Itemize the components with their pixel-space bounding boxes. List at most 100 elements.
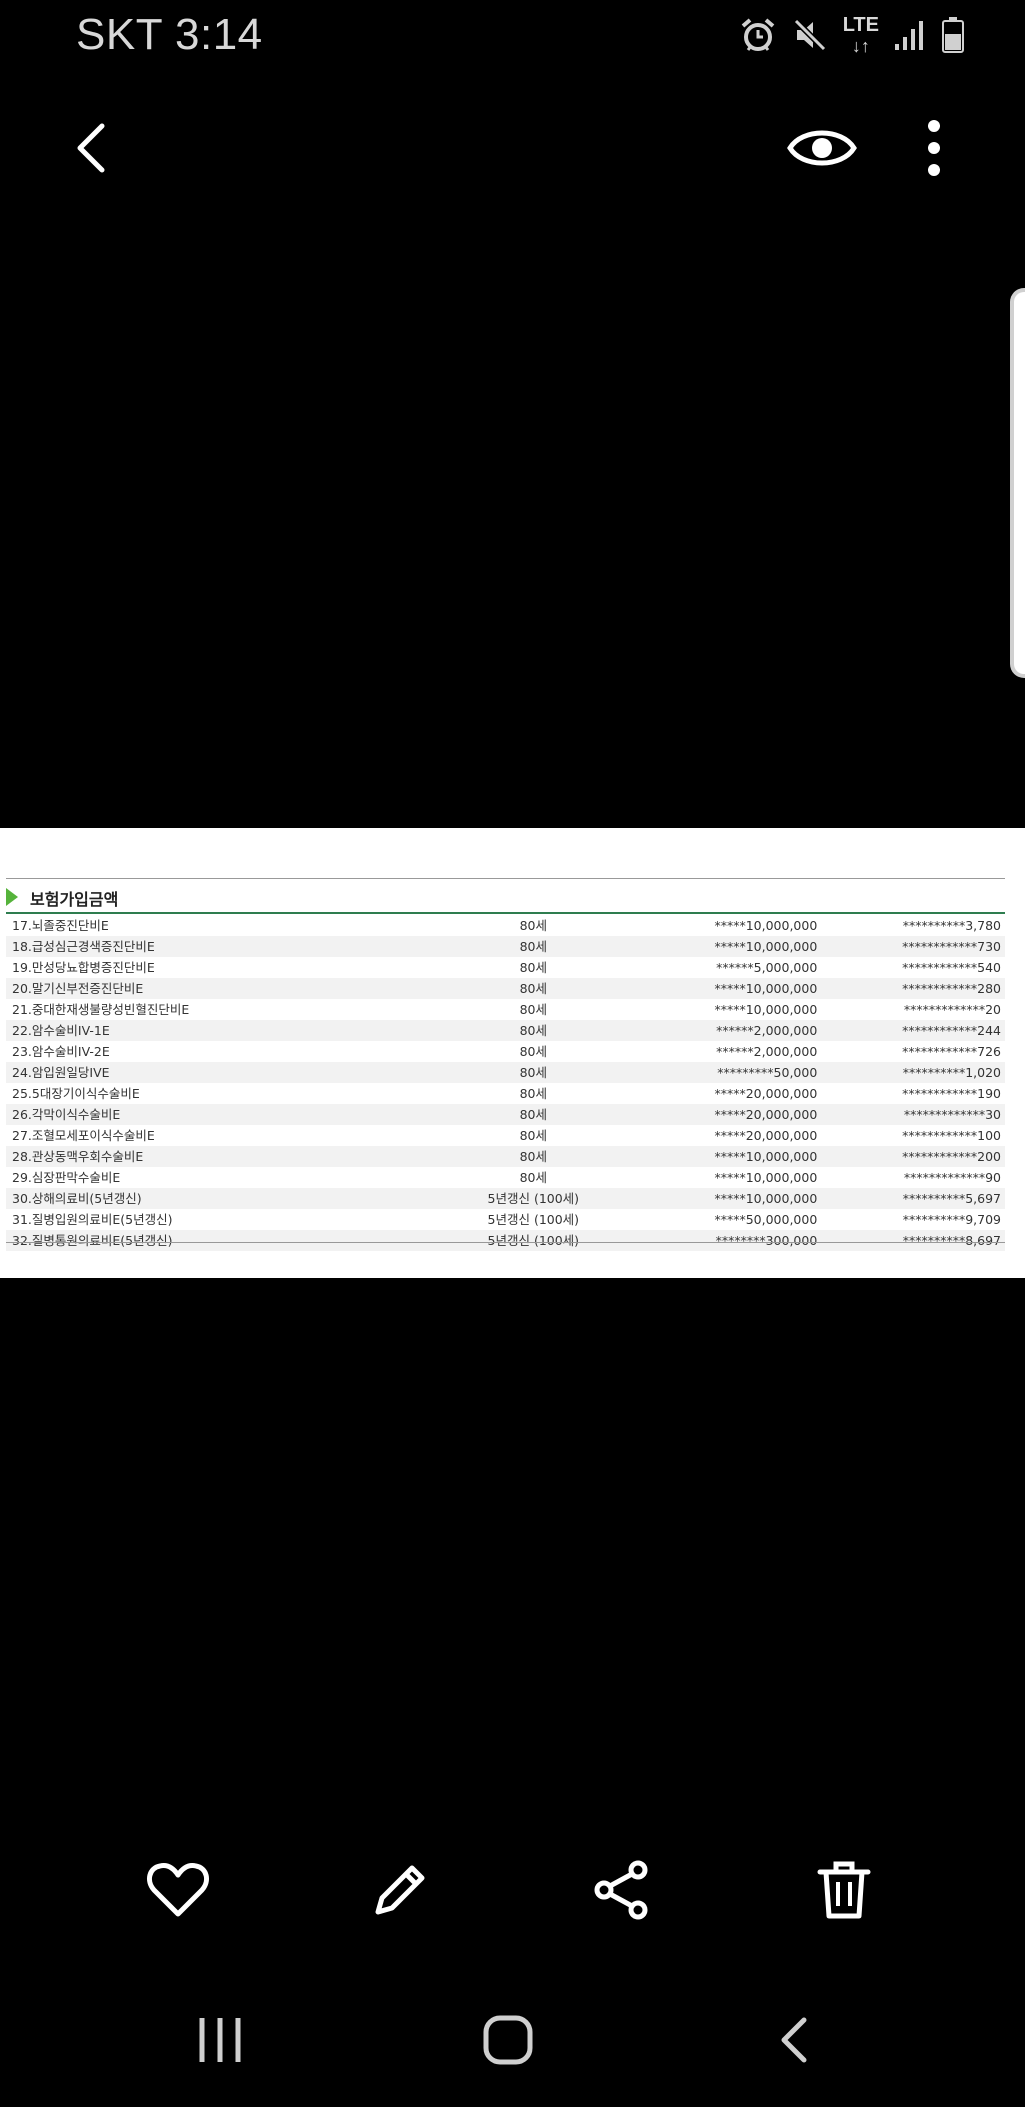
coverage-period: 80세 xyxy=(417,1104,689,1125)
coverage-amount: *****10,000,000 xyxy=(714,1170,818,1185)
table-row: 27.조혈모세포이식수술비E 80세 *****20,000,000 ********… xyxy=(6,1125,1005,1146)
more-vert-icon xyxy=(928,120,940,176)
recent-apps-button[interactable] xyxy=(190,2010,250,2070)
table-row: 20.말기신부전증진단비E 80세 *****10,000,000 *********… xyxy=(6,978,1005,999)
coverage-amount: *****20,000,000 xyxy=(714,1086,818,1101)
table-row: 24.암입원일당IVE 80세 *********50,000 **********1… xyxy=(6,1062,1005,1083)
coverage-premium: ************244 xyxy=(817,1020,1005,1041)
coverage-period: 80세 xyxy=(417,1062,689,1083)
coverage-name: 26.각막이식수술비E xyxy=(6,1104,418,1125)
coverage-amount: *****50,000,000 xyxy=(714,1212,818,1227)
favorite-button[interactable] xyxy=(146,1858,210,1922)
coverage-period: 80세 xyxy=(519,1086,547,1101)
coverage-premium: **********9,709 xyxy=(902,1212,1001,1227)
coverage-amount: *********50,000 xyxy=(688,1062,818,1083)
coverage-amount: ******5,000,000 xyxy=(716,960,818,975)
coverage-period: 80세 xyxy=(417,978,689,999)
coverage-premium: *************90 xyxy=(903,1170,1001,1185)
coverage-premium: ************730 xyxy=(817,936,1005,957)
table-row: 28.관상동맥우회수술비E 80세 *****10,000,000 *********… xyxy=(6,1146,1005,1167)
table-row: 23.암수술비IV-2E 80세 ******2,000,000 **********… xyxy=(6,1041,1005,1062)
nav-back-button[interactable] xyxy=(766,2010,826,2070)
more-options-button[interactable] xyxy=(910,116,958,180)
coverage-name: 22.암수술비IV-1E xyxy=(6,1020,418,1041)
gallery-viewer-screen: SKT 3:14 LTE ↓↑ 보험가입금액 17.뇌졸중진단비E 80세 **… xyxy=(0,0,1025,2107)
document-image: 보험가입금액 17.뇌졸중진단비E 80세 *****10,000,000 *****… xyxy=(0,828,1025,1278)
section-title: 보험가입금액 xyxy=(30,890,119,909)
back-button[interactable] xyxy=(64,120,120,176)
share-icon xyxy=(594,1860,648,1920)
coverage-amount: *****10,000,000 xyxy=(688,1188,818,1209)
alarm-icon xyxy=(741,18,775,51)
coverage-amount: *****10,000,000 xyxy=(688,936,818,957)
coverage-premium: ************200 xyxy=(817,1146,1005,1167)
coverage-name: 29.심장판막수술비E xyxy=(12,1170,121,1185)
coverage-amount: *****10,000,000 xyxy=(688,978,818,999)
trash-icon xyxy=(817,1861,871,1919)
lte-arrows: ↓↑ xyxy=(851,36,870,56)
system-nav-bar xyxy=(0,2000,1025,2080)
coverage-amount: *****20,000,000 xyxy=(688,1104,818,1125)
coverage-amount: ******2,000,000 xyxy=(688,1020,818,1041)
coverage-premium: ************726 xyxy=(902,1044,1001,1059)
coverage-table: 17.뇌졸중진단비E 80세 *****10,000,000 **********3,… xyxy=(6,915,1005,1251)
coverage-amount: *****10,000,000 xyxy=(714,1002,818,1017)
coverage-premium: *************30 xyxy=(817,1104,1005,1125)
recent-apps-icon xyxy=(199,2018,241,2062)
coverage-name: 30.상해의료비(5년갱신) xyxy=(6,1188,418,1209)
signal-icon xyxy=(895,21,923,50)
table-row: 18.급성심근경색증진단비E 80세 *****10,000,000 ********… xyxy=(6,936,1005,957)
coverage-name: 20.말기신부전증진단비E xyxy=(6,978,418,999)
coverage-period: 80세 xyxy=(519,1170,547,1185)
table-row: 32.질병통원의료비E(5년갱신) 5년갱신 (100세) ********300,… xyxy=(6,1230,1005,1251)
coverage-premium: ************100 xyxy=(902,1128,1001,1143)
divider xyxy=(6,1242,1005,1243)
coverage-amount: *****10,000,000 xyxy=(714,918,818,933)
coverage-period: 80세 xyxy=(519,918,547,933)
coverage-amount: ******2,000,000 xyxy=(716,1044,818,1059)
coverage-name: 21.중대한재생불량성빈혈진단비E xyxy=(12,1002,190,1017)
mute-icon xyxy=(793,18,826,52)
table-row: 26.각막이식수술비E 80세 *****20,000,000 ***********… xyxy=(6,1104,1005,1125)
coverage-name: 28.관상동맥우회수술비E xyxy=(6,1146,418,1167)
lte-icon: LTE ↓↑ xyxy=(843,15,879,55)
coverage-period: 80세 xyxy=(417,936,689,957)
coverage-name: 32.질병통원의료비E(5년갱신) xyxy=(6,1230,418,1251)
battery-icon xyxy=(942,17,964,53)
section-header: 보험가입금액 xyxy=(6,884,1005,912)
delete-button[interactable] xyxy=(812,1858,876,1922)
table-row: 19.만성당뇨합병증진단비E 80세 ******5,000,000 ********… xyxy=(6,957,1005,978)
share-button[interactable] xyxy=(590,1858,654,1922)
status-bar: SKT 3:14 LTE ↓↑ xyxy=(0,0,1025,72)
table-row: 21.중대한재생불량성빈혈진단비E 80세 *****10,000,000 *****… xyxy=(6,999,1005,1020)
table-row: 31.질병입원의료비E(5년갱신) 5년갱신 (100세) *****50,000,… xyxy=(6,1209,1005,1230)
coverage-period: 80세 xyxy=(417,1146,689,1167)
coverage-period: 5년갱신 (100세) xyxy=(417,1188,689,1209)
edit-button[interactable] xyxy=(368,1858,432,1922)
home-icon xyxy=(483,2015,533,2065)
coverage-period: 80세 xyxy=(519,1002,547,1017)
coverage-premium: ************190 xyxy=(902,1086,1001,1101)
coverage-name: 23.암수술비IV-2E xyxy=(12,1044,110,1059)
coverage-period: 80세 xyxy=(519,1044,547,1059)
coverage-period: 5년갱신 (100세) xyxy=(487,1212,580,1227)
edge-panel-handle[interactable] xyxy=(1010,288,1025,678)
coverage-premium: **********5,697 xyxy=(817,1188,1005,1209)
coverage-name: 18.급성심근경색증진단비E xyxy=(6,936,418,957)
carrier-time: SKT 3:14 xyxy=(76,10,263,59)
table-row: 29.심장판막수술비E 80세 *****10,000,000 ***********… xyxy=(6,1167,1005,1188)
back-arrow-icon xyxy=(77,123,105,173)
coverage-premium: ************540 xyxy=(902,960,1001,975)
table-row: 22.암수술비IV-1E 80세 ******2,000,000 **********… xyxy=(6,1020,1005,1041)
coverage-name: 27.조혈모세포이식수술비E xyxy=(12,1128,155,1143)
divider xyxy=(6,912,1005,914)
home-button[interactable] xyxy=(478,2010,538,2070)
coverage-name: 19.만성당뇨합병증진단비E xyxy=(12,960,155,975)
back-icon xyxy=(781,2017,807,2063)
coverage-name: 24.암입원일당IVE xyxy=(6,1062,418,1083)
coverage-period: 80세 xyxy=(519,1128,547,1143)
heart-icon xyxy=(146,1863,210,1917)
coverage-amount: *****10,000,000 xyxy=(688,1146,818,1167)
coverage-premium: *************20 xyxy=(903,1002,1001,1017)
view-details-button[interactable] xyxy=(786,120,858,176)
